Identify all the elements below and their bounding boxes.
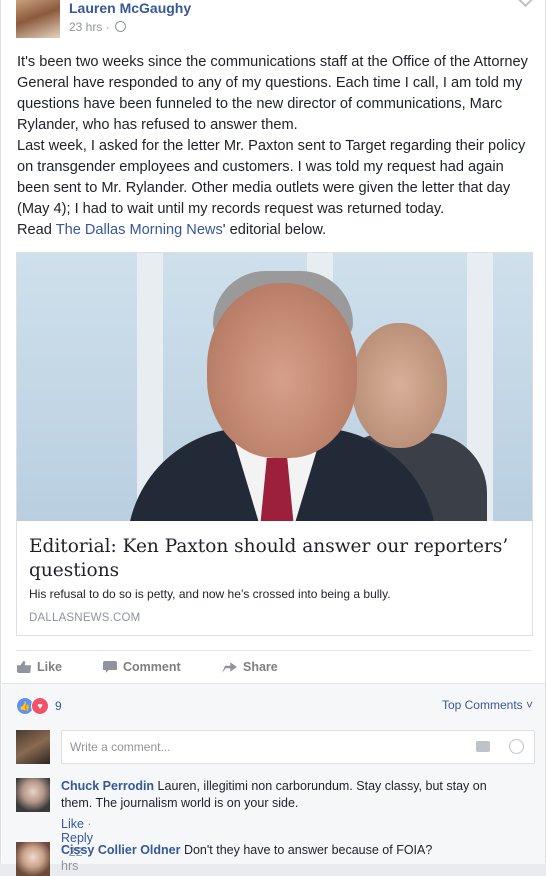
commenter-name[interactable]: Cissy Collier Oldner — [61, 843, 180, 857]
viewer-avatar — [16, 730, 50, 764]
post-text: It's been two weeks since the communicat… — [17, 52, 537, 241]
comment-label: Comment — [123, 660, 181, 674]
like-button[interactable]: Like — [17, 660, 62, 674]
comment-text: Don't they have to answer because of FOI… — [180, 843, 433, 857]
reactions-summary[interactable]: 👍 ♥ 9 — [16, 697, 62, 715]
link-description: His refusal to do so is petty, and now h… — [29, 587, 391, 601]
thumbs-up-icon — [17, 661, 31, 673]
post-paragraph: Last week, I asked for the letter Mr. Pa… — [17, 138, 526, 217]
author-name[interactable]: Lauren McGaughy — [69, 0, 191, 16]
speech-bubble-icon — [103, 661, 117, 673]
post-card: Lauren McGaughy 23 hrs · It's been two w… — [0, 0, 546, 876]
share-arrow-icon — [222, 662, 237, 673]
camera-icon[interactable] — [476, 741, 490, 752]
comment-like-link[interactable]: Like — [61, 817, 84, 831]
post-read-line: Read The Dallas Morning News' editorial … — [17, 220, 537, 241]
dallas-morning-news-link[interactable]: The Dallas Morning News — [56, 222, 223, 238]
love-reaction-icon: ♥ — [31, 697, 49, 715]
like-label: Like — [37, 660, 63, 674]
comments-section: 👍 ♥ 9 Top Comments ˅ Chuck Perrodin Laur… — [2, 683, 545, 876]
link-domain: DALLASNEWS.COM — [29, 612, 141, 624]
read-prefix: Read — [17, 222, 56, 238]
share-button[interactable]: Share — [222, 660, 278, 674]
smiley-icon[interactable] — [509, 739, 524, 754]
comment-body: Cissy Collier Oldner Don't they have to … — [61, 842, 521, 859]
commenter-name[interactable]: Chuck Perrodin — [61, 779, 154, 793]
comment-button[interactable]: Comment — [103, 660, 181, 674]
meta-separator: · — [105, 20, 110, 34]
share-label: Share — [243, 660, 278, 674]
comment-input[interactable] — [68, 739, 452, 755]
post-actions: Like Comment Share — [16, 650, 531, 683]
commenter-avatar[interactable] — [16, 842, 50, 876]
globe-icon[interactable] — [115, 21, 127, 32]
read-suffix: ' editorial below. — [222, 222, 327, 238]
reaction-count[interactable]: 9 — [55, 699, 62, 713]
commenter-avatar[interactable] — [16, 778, 50, 812]
article-photo[interactable] — [17, 253, 532, 521]
main-person-head — [207, 283, 357, 458]
comment-sort-dropdown[interactable]: Top Comments ˅ — [442, 698, 533, 712]
chevron-down-icon[interactable] — [517, 0, 534, 8]
link-title[interactable]: Editorial: Ken Paxton should answer our … — [29, 535, 519, 583]
author-avatar[interactable] — [16, 0, 60, 38]
write-comment-box[interactable] — [61, 730, 535, 764]
link-preview-card[interactable]: Editorial: Ken Paxton should answer our … — [16, 252, 533, 636]
post-paragraph: It's been two weeks since the communicat… — [17, 54, 528, 133]
comment-body: Chuck Perrodin Lauren, illegitimi non ca… — [61, 778, 521, 812]
post-meta: 23 hrs · — [69, 20, 127, 34]
background-person-head — [352, 323, 447, 448]
post-time[interactable]: 23 hrs — [69, 20, 102, 34]
